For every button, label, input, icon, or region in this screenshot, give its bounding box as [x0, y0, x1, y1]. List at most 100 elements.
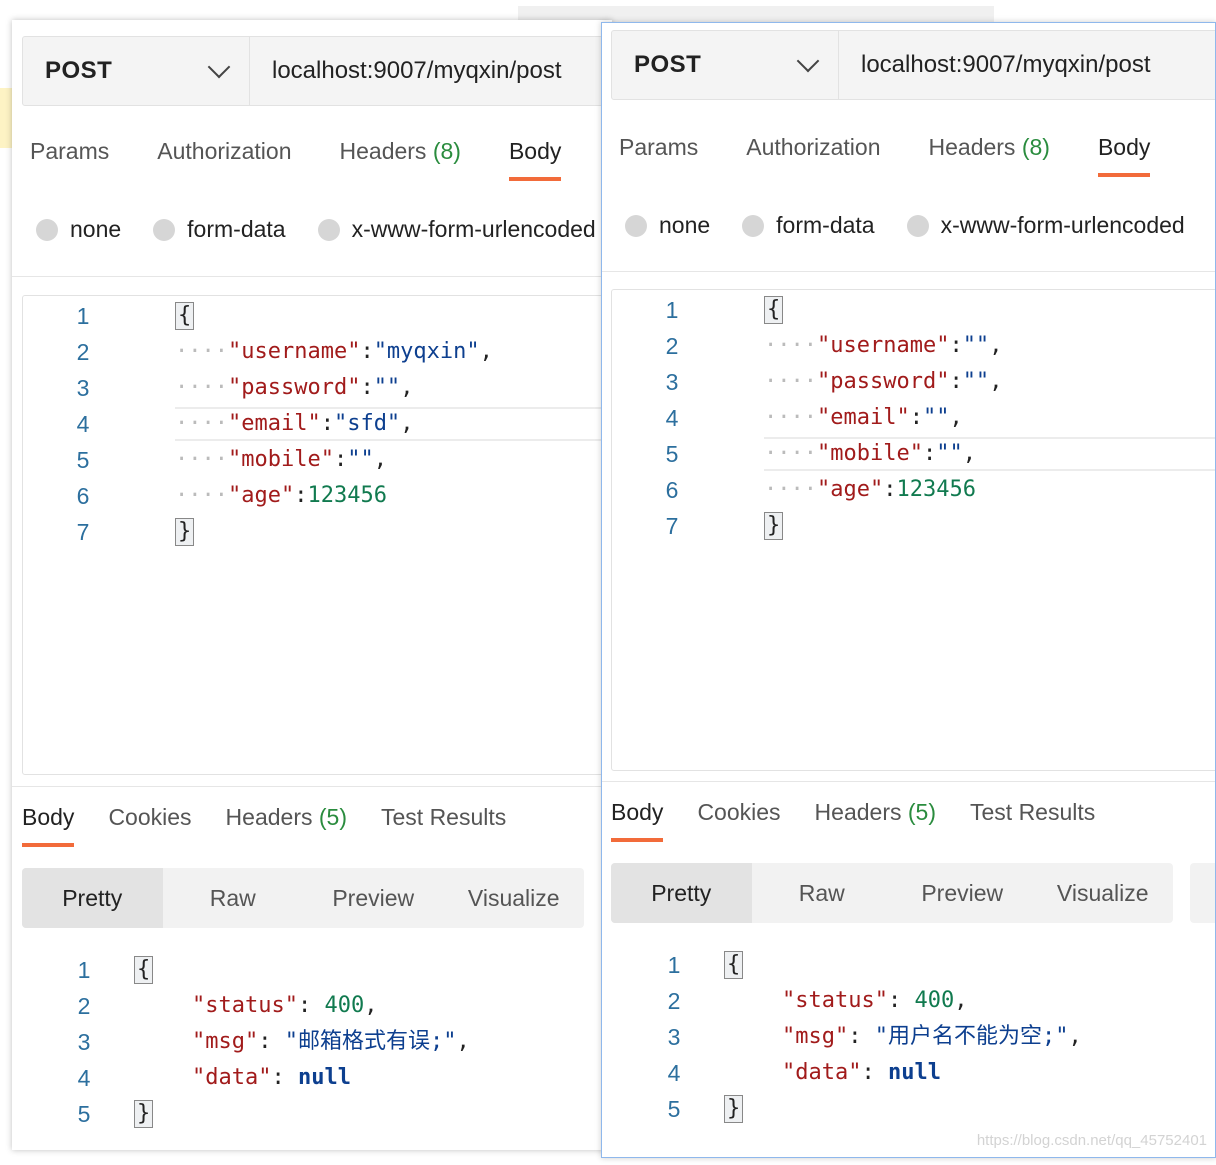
headers-count: (8): [432, 138, 461, 164]
tab-body[interactable]: Body: [1097, 134, 1151, 177]
view-visualize[interactable]: Visualize: [444, 868, 585, 928]
radio-urlencoded[interactable]: x-www-form-urlencoded: [317, 216, 596, 243]
tab-authorization[interactable]: Authorization: [157, 138, 291, 181]
line-number: 4: [76, 411, 90, 437]
json-key: "mobile": [816, 441, 923, 466]
radio-urlencoded[interactable]: x-www-form-urlencoded: [906, 212, 1185, 239]
view-preview[interactable]: Preview: [303, 868, 444, 928]
line-number: 2: [76, 339, 90, 365]
line-number: 1: [76, 303, 90, 329]
json-value: 400: [914, 988, 955, 1013]
radio-form-data[interactable]: form-data: [742, 212, 875, 239]
view-pretty[interactable]: Pretty: [611, 863, 752, 923]
url-input[interactable]: localhost:9007/myqxin/post: [839, 30, 1215, 100]
tab-headers[interactable]: Headers (8): [929, 134, 1050, 177]
json-value: "邮箱格式有误;": [284, 1029, 457, 1054]
json-value: "sfd": [333, 411, 401, 436]
request-code: 1{ 2 ····"username":"", 3 ····"password":"…: [652, 292, 1215, 544]
json-key: "msg": [192, 1029, 259, 1054]
line-number: 3: [667, 1024, 681, 1050]
view-preview[interactable]: Preview: [892, 863, 1033, 923]
tab-test-results[interactable]: Test Results: [381, 804, 506, 847]
line-number: 3: [76, 375, 90, 401]
line-number: 2: [667, 988, 681, 1014]
view-mode-selector: Pretty Raw Preview Visualize: [22, 868, 584, 928]
request-body-editor[interactable]: 1{ 2 ····"username":"myqxin", 3 ····"passw…: [22, 295, 612, 775]
radio-none[interactable]: none: [36, 216, 121, 243]
view-raw[interactable]: Raw: [752, 863, 893, 923]
code-line: 4 "data": null: [654, 1055, 1214, 1091]
code-line: 2 "status": 400,: [654, 983, 1214, 1019]
json-key: "username": [816, 333, 950, 358]
request-body-editor[interactable]: 1{ 2 ····"username":"", 3 ····"password":"…: [611, 289, 1215, 771]
code-line: 2 ····"username":"myqxin",: [63, 334, 612, 370]
headers-count: (5): [318, 804, 347, 830]
body-type-options: none form-data x-www-form-urlencoded: [36, 216, 612, 243]
tab-label: Headers: [225, 804, 313, 830]
line-number: 6: [665, 477, 679, 503]
json-value: "": [373, 375, 401, 400]
code-line-active: 5 ····"mobile":"",: [652, 436, 1215, 472]
json-value: "": [962, 333, 990, 358]
tab-response-body[interactable]: Body: [22, 804, 75, 847]
view-raw[interactable]: Raw: [163, 868, 304, 928]
json-key: "password": [816, 369, 950, 394]
method-select[interactable]: POST: [611, 30, 839, 100]
headers-count: (8): [1021, 134, 1050, 160]
radio-label: form-data: [776, 212, 875, 238]
url-input[interactable]: localhost:9007/myqxin/post: [250, 36, 612, 106]
method-label: POST: [45, 57, 113, 84]
line-number: 4: [667, 1060, 681, 1086]
tab-authorization[interactable]: Authorization: [746, 134, 880, 177]
code-line: 1{: [63, 298, 612, 334]
json-key: "status": [192, 993, 298, 1018]
radio-label: x-www-form-urlencoded: [940, 212, 1185, 238]
radio-label: none: [70, 216, 122, 242]
code-line: 3 "msg": "用户名不能为空;",: [654, 1019, 1214, 1055]
json-key: "email": [227, 411, 321, 436]
radio-dot: [906, 214, 929, 237]
tab-params[interactable]: Params: [619, 134, 698, 177]
radio-form-data[interactable]: form-data: [153, 216, 286, 243]
json-key: "mobile": [227, 447, 334, 472]
line-number: 1: [77, 957, 91, 983]
line-number: 5: [665, 441, 679, 467]
method-select[interactable]: POST: [22, 36, 250, 106]
code-line: 1{: [64, 952, 612, 988]
watermark: https://blog.csdn.net/qq_45752401: [976, 1132, 1207, 1149]
json-key: "age": [816, 477, 884, 502]
brace-marker: }: [724, 1095, 744, 1123]
extra-view-button[interactable]: [1190, 863, 1215, 923]
brace-marker: {: [175, 302, 195, 330]
code-line: 3 ····"password":"",: [63, 370, 612, 406]
tab-body[interactable]: Body: [508, 138, 562, 181]
code-line: 6 ····"age":123456: [652, 472, 1215, 508]
chevron-down-icon: [207, 55, 231, 79]
tab-cookies[interactable]: Cookies: [108, 804, 191, 847]
tab-response-body[interactable]: Body: [611, 799, 664, 842]
radio-none[interactable]: none: [625, 212, 710, 239]
view-pretty[interactable]: Pretty: [22, 868, 163, 928]
tab-cookies[interactable]: Cookies: [697, 799, 780, 842]
json-key: "status": [782, 988, 888, 1013]
chevron-down-icon: [796, 49, 820, 73]
json-value: "": [936, 441, 963, 466]
tab-params[interactable]: Params: [30, 138, 109, 181]
brace-marker: {: [724, 951, 744, 979]
json-value: null: [887, 1060, 941, 1085]
view-mode-selector: Pretty Raw Preview Visualize: [611, 863, 1173, 923]
tab-headers[interactable]: Headers (8): [340, 138, 461, 181]
brace-marker: {: [134, 956, 154, 984]
request-code: 1{ 2 ····"username":"myqxin", 3 ····"passw…: [63, 298, 612, 550]
json-key: "age": [227, 483, 295, 508]
view-visualize[interactable]: Visualize: [1033, 863, 1174, 923]
radio-dot: [742, 214, 765, 237]
brace-marker: }: [175, 518, 195, 546]
tab-test-results[interactable]: Test Results: [970, 799, 1095, 842]
code-line: 2 "status": 400,: [64, 988, 612, 1024]
tab-response-headers[interactable]: Headers (5): [226, 804, 347, 847]
tab-response-headers[interactable]: Headers (5): [815, 799, 936, 842]
response-tabs: Body Cookies Headers (5) Test Results: [611, 799, 1129, 842]
code-line: 7}: [652, 508, 1215, 544]
background-banner: [0, 88, 12, 148]
